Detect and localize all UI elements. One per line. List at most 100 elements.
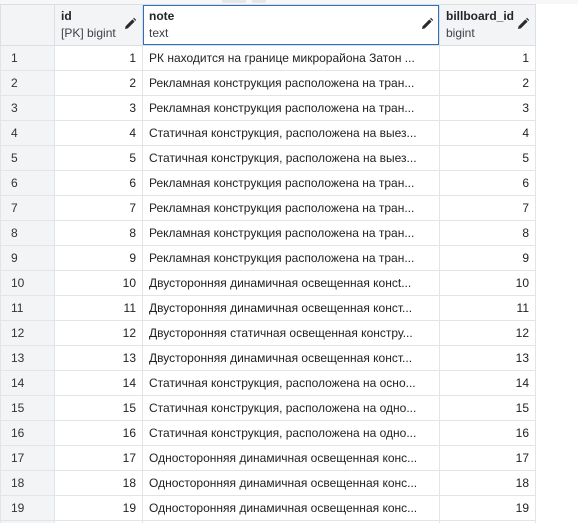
pencil-icon[interactable]: [420, 17, 434, 31]
cell-billboard-id[interactable]: 7: [439, 195, 536, 221]
cell-note[interactable]: Рекламная конструкция расположена на тра…: [142, 170, 440, 196]
table-row[interactable]: 5 5 Статичная конструкция, расположена н…: [0, 145, 536, 171]
cell-id[interactable]: 13: [54, 345, 143, 371]
cell-billboard-id[interactable]: 9: [439, 245, 536, 271]
table-row[interactable]: 10 10 Двусторонняя динамичная освещенная…: [0, 270, 536, 296]
cell-note[interactable]: Статичная конструкция, расположена на вы…: [142, 145, 440, 171]
cell-billboard-id[interactable]: 6: [439, 170, 536, 196]
cell-billboard-id[interactable]: 13: [439, 345, 536, 371]
row-index[interactable]: 4: [0, 120, 55, 146]
cell-id[interactable]: 18: [54, 470, 143, 496]
cell-id[interactable]: 17: [54, 445, 143, 471]
table-row[interactable]: 12 12 Двусторонняя статичная освещенная …: [0, 320, 536, 346]
table-row[interactable]: 15 15 Статичная конструкция, расположена…: [0, 395, 536, 421]
cell-billboard-id[interactable]: 14: [439, 370, 536, 396]
row-index[interactable]: 12: [0, 320, 55, 346]
cell-id[interactable]: 4: [54, 120, 143, 146]
column-header-note[interactable]: note text: [142, 4, 440, 46]
cell-billboard-id[interactable]: 5: [439, 145, 536, 171]
table-row[interactable]: 18 18 Односторонняя динамичная освещенна…: [0, 470, 536, 496]
row-index[interactable]: 11: [0, 295, 55, 321]
row-index-header[interactable]: [0, 4, 55, 46]
cell-billboard-id[interactable]: 3: [439, 95, 536, 121]
cell-note[interactable]: Рекламная конструкция расположена на тра…: [142, 95, 440, 121]
cell-billboard-id[interactable]: 1: [439, 45, 536, 71]
cell-id[interactable]: 2: [54, 70, 143, 96]
cell-id[interactable]: 11: [54, 295, 143, 321]
cell-note[interactable]: Рекламная конструкция расположена на тра…: [142, 195, 440, 221]
cell-note[interactable]: Двусторонняя динамичная освещенная конст…: [142, 295, 440, 321]
cell-billboard-id[interactable]: 10: [439, 270, 536, 296]
cell-billboard-id[interactable]: 17: [439, 445, 536, 471]
row-index[interactable]: 19: [0, 495, 55, 521]
cell-billboard-id[interactable]: 2: [439, 70, 536, 96]
row-index[interactable]: 9: [0, 245, 55, 271]
cell-note[interactable]: Статичная конструкция, расположена на од…: [142, 420, 440, 446]
row-index[interactable]: 13: [0, 345, 55, 371]
cell-note[interactable]: Статичная конструкция, расположена на ос…: [142, 370, 440, 396]
cell-billboard-id[interactable]: 12: [439, 320, 536, 346]
table-row[interactable]: 17 17 Односторонняя динамичная освещенна…: [0, 445, 536, 471]
row-index[interactable]: 5: [0, 145, 55, 171]
cell-note[interactable]: Двусторонняя динамичная освещенная конст…: [142, 345, 440, 371]
table-row[interactable]: 6 6 Рекламная конструкция расположена на…: [0, 170, 536, 196]
cell-id[interactable]: 14: [54, 370, 143, 396]
row-index[interactable]: 10: [0, 270, 55, 296]
cell-billboard-id[interactable]: 18: [439, 470, 536, 496]
cell-note[interactable]: Односторонняя динамичная освещенная конс…: [142, 470, 440, 496]
cell-id[interactable]: 15: [54, 395, 143, 421]
row-index[interactable]: 3: [0, 95, 55, 121]
table-row[interactable]: 11 11 Двусторонняя динамичная освещенная…: [0, 295, 536, 321]
pencil-icon[interactable]: [123, 17, 137, 31]
table-row[interactable]: 1 1 РК находится на границе микрорайона …: [0, 45, 536, 71]
table-row[interactable]: 9 9 Рекламная конструкция расположена на…: [0, 245, 536, 271]
cell-id[interactable]: 16: [54, 420, 143, 446]
row-index[interactable]: 18: [0, 470, 55, 496]
toolbar-tab[interactable]: [222, 0, 246, 3]
cell-note[interactable]: Односторонняя динамичная освещенная конс…: [142, 445, 440, 471]
row-index[interactable]: 16: [0, 420, 55, 446]
cell-billboard-id[interactable]: 19: [439, 495, 536, 521]
cell-note[interactable]: Рекламная конструкция расположена на тра…: [142, 70, 440, 96]
table-row[interactable]: 13 13 Двусторонняя динамичная освещенная…: [0, 345, 536, 371]
cell-note[interactable]: Односторонняя динамичная освещенная конс…: [142, 495, 440, 521]
table-row[interactable]: 4 4 Статичная конструкция, расположена н…: [0, 120, 536, 146]
cell-note[interactable]: Рекламная конструкция расположена на тра…: [142, 220, 440, 246]
cell-billboard-id[interactable]: 8: [439, 220, 536, 246]
cell-billboard-id[interactable]: 15: [439, 395, 536, 421]
cell-note[interactable]: Статичная конструкция, расположена на од…: [142, 395, 440, 421]
cell-id[interactable]: 1: [54, 45, 143, 71]
cell-id[interactable]: 19: [54, 495, 143, 521]
cell-billboard-id[interactable]: 4: [439, 120, 536, 146]
column-header-billboard-id[interactable]: billboard_id bigint: [439, 4, 536, 46]
cell-id[interactable]: 10: [54, 270, 143, 296]
cell-note[interactable]: Двусторонняя статичная освещенная констр…: [142, 320, 440, 346]
row-index[interactable]: 6: [0, 170, 55, 196]
cell-billboard-id[interactable]: 16: [439, 420, 536, 446]
row-index[interactable]: 15: [0, 395, 55, 421]
table-row[interactable]: 2 2 Рекламная конструкция расположена на…: [0, 70, 536, 96]
row-index[interactable]: 14: [0, 370, 55, 396]
table-row[interactable]: 14 14 Статичная конструкция, расположена…: [0, 370, 536, 396]
row-index[interactable]: 7: [0, 195, 55, 221]
table-row[interactable]: 3 3 Рекламная конструкция расположена на…: [0, 95, 536, 121]
table-row[interactable]: 19 19 Односторонняя динамичная освещенна…: [0, 495, 536, 521]
cell-note[interactable]: Рекламная конструкция расположена на тра…: [142, 245, 440, 271]
cell-note[interactable]: Статичная конструкция, расположена на вы…: [142, 120, 440, 146]
cell-id[interactable]: 6: [54, 170, 143, 196]
cell-note[interactable]: РК находится на границе микрорайона Зато…: [142, 45, 440, 71]
cell-id[interactable]: 5: [54, 145, 143, 171]
cell-id[interactable]: 12: [54, 320, 143, 346]
cell-id[interactable]: 3: [54, 95, 143, 121]
row-index[interactable]: 1: [0, 45, 55, 71]
toolbar-tab[interactable]: [252, 0, 266, 3]
column-header-id[interactable]: id [PK] bigint: [54, 4, 143, 46]
table-row[interactable]: 8 8 Рекламная конструкция расположена на…: [0, 220, 536, 246]
row-index[interactable]: 2: [0, 70, 55, 96]
table-row[interactable]: 7 7 Рекламная конструкция расположена на…: [0, 195, 536, 221]
row-index[interactable]: 17: [0, 445, 55, 471]
cell-note[interactable]: Двусторонняя динамичная освещенная консt…: [142, 270, 440, 296]
cell-id[interactable]: 7: [54, 195, 143, 221]
cell-billboard-id[interactable]: 11: [439, 295, 536, 321]
pencil-icon[interactable]: [516, 17, 530, 31]
